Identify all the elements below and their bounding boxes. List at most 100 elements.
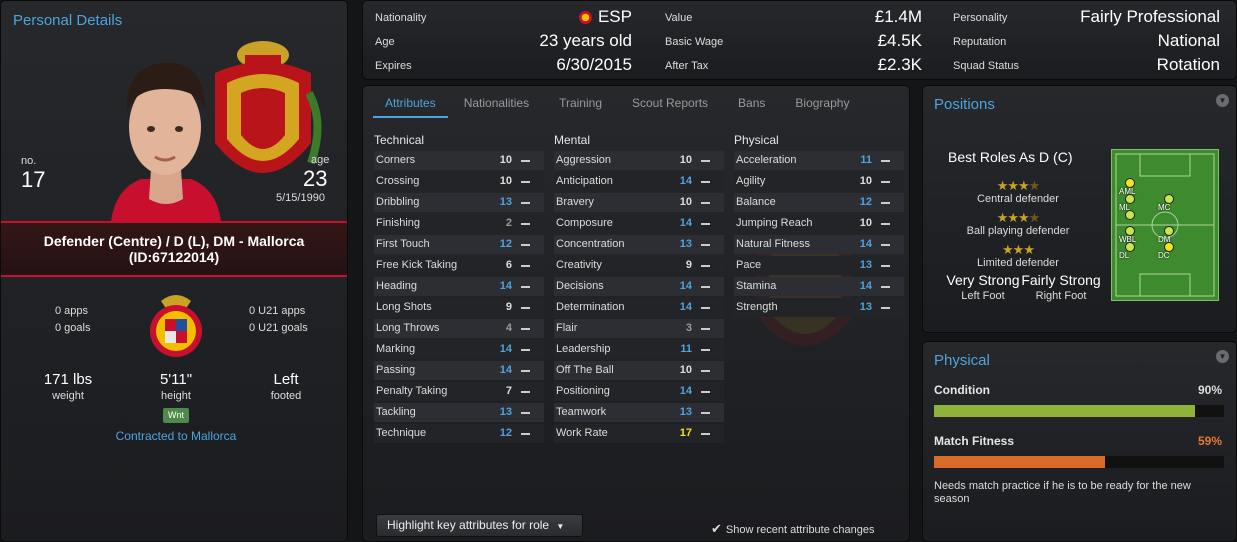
attribute-row[interactable]: Bravery 10 <box>554 193 724 212</box>
attribute-trend-icon <box>701 433 710 435</box>
attribute-value: 12 <box>499 238 512 250</box>
attribute-trend-icon <box>701 223 710 225</box>
info-value: Rotation <box>1157 55 1220 75</box>
attribute-row[interactable]: Composure 14 <box>554 214 724 233</box>
star-icon: ★ <box>1023 242 1035 257</box>
attribute-row[interactable]: Off The Ball 10 <box>554 361 724 380</box>
attribute-row[interactable]: Natural Fitness 14 <box>734 235 904 254</box>
weight-label: weight <box>52 390 84 402</box>
tab-training[interactable]: Training <box>547 92 614 118</box>
attribute-row[interactable]: Teamwork 13 <box>554 403 724 422</box>
attribute-row[interactable]: Determination 14 <box>554 298 724 317</box>
attribute-row[interactable]: Corners 10 <box>374 151 544 170</box>
info-value: ESP <box>578 7 632 27</box>
date-of-birth: 5/15/1990 <box>276 192 325 204</box>
right-foot-value: Fairly Strong <box>1021 272 1101 288</box>
attribute-row[interactable]: Work Rate 17 <box>554 424 724 443</box>
tab-attributes[interactable]: Attributes <box>373 92 448 118</box>
tab-nationalities[interactable]: Nationalities <box>452 92 541 118</box>
attribute-row[interactable]: Decisions 14 <box>554 277 724 296</box>
tab-bans[interactable]: Bans <box>726 92 777 118</box>
position-label: MC <box>1158 203 1171 212</box>
attribute-row[interactable]: Creativity 9 <box>554 256 724 275</box>
position-banner: Defender (Centre) / D (L), DM - Mallorca… <box>1 221 347 277</box>
attribute-row[interactable]: Pace 13 <box>734 256 904 275</box>
attribute-row[interactable]: Acceleration 11 <box>734 151 904 170</box>
attribute-row[interactable]: Free Kick Taking 6 <box>374 256 544 275</box>
attribute-row[interactable]: Technique 12 <box>374 424 544 443</box>
attribute-row[interactable]: Flair 3 <box>554 319 724 338</box>
attribute-row[interactable]: Leadership 11 <box>554 340 724 359</box>
attribute-row[interactable]: First Touch 12 <box>374 235 544 254</box>
contract-link[interactable]: Contracted to Mallorca <box>91 429 261 443</box>
attribute-name: Long Shots <box>376 301 432 313</box>
attribute-row[interactable]: Heading 14 <box>374 277 544 296</box>
collapse-positions-icon[interactable]: ▼ <box>1216 94 1229 107</box>
match-fitness-bar-fill <box>934 456 1106 468</box>
attribute-name: Work Rate <box>556 427 608 439</box>
wanted-badge: Wnt <box>163 408 189 423</box>
attribute-row[interactable]: Stamina 14 <box>734 277 904 296</box>
attribute-name: Balance <box>736 196 776 208</box>
attribute-value: 6 <box>505 259 512 271</box>
highlight-attributes-button[interactable]: Highlight key attributes for role ▼ <box>376 514 583 537</box>
attribute-value: 13 <box>679 238 692 250</box>
attribute-name: Anticipation <box>556 175 613 187</box>
attribute-row[interactable]: Penalty Taking 7 <box>374 382 544 401</box>
attribute-row[interactable]: Balance 12 <box>734 193 904 212</box>
condition-label: Condition <box>934 383 990 397</box>
attribute-name: Crossing <box>376 175 420 187</box>
attribute-row[interactable]: Finishing 2 <box>374 214 544 233</box>
attribute-trend-icon <box>701 370 710 372</box>
attribute-row[interactable]: Long Shots 9 <box>374 298 544 317</box>
attribute-value: 10 <box>679 364 692 376</box>
attribute-value: 11 <box>860 154 872 166</box>
attribute-name: Decisions <box>556 280 604 292</box>
pitch-diagram: AML ML MC WBL DM DL DC <box>1111 149 1219 301</box>
attribute-row[interactable]: Agility 10 <box>734 172 904 191</box>
attribute-row[interactable]: Crossing 10 <box>374 172 544 191</box>
squad-number: 17 <box>21 167 46 192</box>
attribute-trend-icon <box>881 181 890 183</box>
attribute-row[interactable]: Concentration 13 <box>554 235 724 254</box>
goals-count: 0 goals <box>55 322 91 334</box>
attribute-row[interactable]: Aggression 10 <box>554 151 724 170</box>
attribute-trend-icon <box>521 202 530 204</box>
attribute-trend-icon <box>701 265 710 267</box>
collapse-physical-icon[interactable]: ▼ <box>1216 350 1229 363</box>
attribute-value: 14 <box>859 280 872 292</box>
attribute-value: 14 <box>499 364 512 376</box>
attribute-row[interactable]: Tackling 13 <box>374 403 544 422</box>
attribute-trend-icon <box>881 286 890 288</box>
attribute-trend-icon <box>701 244 710 246</box>
info-label: Age <box>375 36 395 48</box>
attribute-trend-icon <box>521 349 530 351</box>
attribute-value: 9 <box>685 259 692 271</box>
match-fitness-bar <box>934 456 1224 468</box>
role-stars: ★★★★ <box>968 210 1068 226</box>
attribute-value: 2 <box>505 217 512 229</box>
attribute-row[interactable]: Passing 14 <box>374 361 544 380</box>
tab-scout-reports[interactable]: Scout Reports <box>620 92 720 118</box>
attribute-row[interactable]: Jumping Reach 10 <box>734 214 904 233</box>
attribute-trend-icon <box>881 244 890 246</box>
attribute-value: 13 <box>499 406 512 418</box>
right-foot-label: Right Foot <box>1035 290 1087 302</box>
attribute-row[interactable]: Dribbling 13 <box>374 193 544 212</box>
attribute-row[interactable]: Anticipation 14 <box>554 172 724 191</box>
show-recent-changes-checkbox[interactable]: ✔ Show recent attribute changes <box>711 521 875 537</box>
attribute-name: Dribbling <box>376 196 420 208</box>
attribute-value: 12 <box>499 427 512 439</box>
attribute-value: 14 <box>679 280 692 292</box>
show-recent-changes-label: Show recent attribute changes <box>725 524 875 536</box>
attribute-row[interactable]: Positioning 14 <box>554 382 724 401</box>
player-photo <box>111 62 221 222</box>
attribute-row[interactable]: Strength 13 <box>734 298 904 317</box>
personal-details-title: Personal Details <box>13 12 123 29</box>
attribute-trend-icon <box>701 412 710 414</box>
fitness-note: Needs match practice if he is to be read… <box>934 480 1191 505</box>
attribute-row[interactable]: Long Throws 4 <box>374 319 544 338</box>
tab-biography[interactable]: Biography <box>783 92 861 118</box>
attribute-row[interactable]: Marking 14 <box>374 340 544 359</box>
physical-title: Physical <box>934 352 990 369</box>
